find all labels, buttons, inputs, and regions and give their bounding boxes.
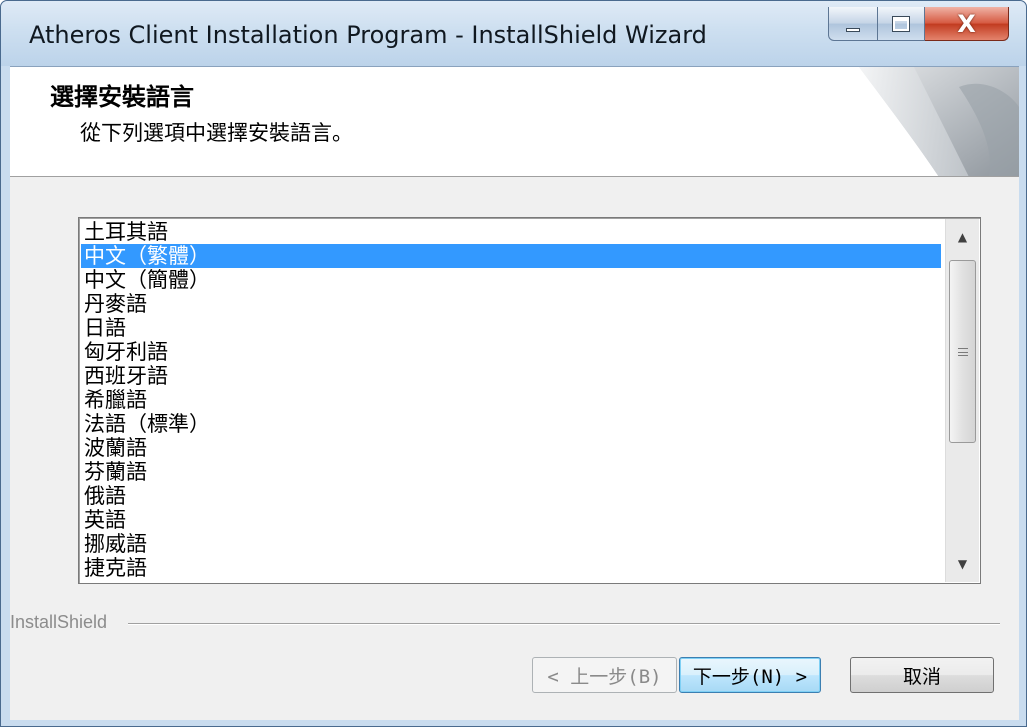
divider-line xyxy=(128,623,1000,625)
language-listbox[interactable]: 土耳其語 中文（繁體） 中文（簡體） 丹麥語 日語 匈牙利語 西班牙語 希臘語 … xyxy=(78,217,981,584)
header-banner: 選擇安裝語言 從下列選項中選擇安裝語言。 xyxy=(10,67,1019,177)
language-item[interactable]: 挪威語 xyxy=(81,532,941,556)
language-item-selected[interactable]: 中文（繁體） xyxy=(81,244,941,268)
installshield-divider: InstallShield xyxy=(10,612,1000,634)
language-item[interactable]: 英語 xyxy=(81,508,941,532)
window-title: Atheros Client Installation Program - In… xyxy=(29,21,707,49)
grip-icon xyxy=(957,347,968,356)
language-item[interactable]: 丹麥語 xyxy=(81,292,941,316)
minimize-button[interactable] xyxy=(828,7,878,41)
language-item[interactable]: 土耳其語 xyxy=(81,220,941,244)
language-item[interactable]: 西班牙語 xyxy=(81,364,941,388)
language-item[interactable]: 匈牙利語 xyxy=(81,340,941,364)
list-scrollbar[interactable]: ▲ ▼ xyxy=(945,219,979,582)
language-item[interactable]: 中文（簡體） xyxy=(81,268,941,292)
scroll-down-button[interactable]: ▼ xyxy=(946,546,979,582)
close-icon: X xyxy=(957,9,976,38)
minimize-icon xyxy=(846,27,860,32)
next-button[interactable]: 下一步(N) > xyxy=(679,657,821,693)
language-item[interactable]: 捷克語 xyxy=(81,556,941,580)
arrow-down-icon: ▼ xyxy=(957,557,968,571)
arrow-up-icon: ▲ xyxy=(957,230,968,244)
scroll-thumb[interactable] xyxy=(949,260,976,443)
scroll-up-button[interactable]: ▲ xyxy=(946,219,979,255)
language-item[interactable]: 日語 xyxy=(81,316,941,340)
title-bar[interactable]: Atheros Client Installation Program - In… xyxy=(1,1,1026,66)
language-item[interactable]: 波蘭語 xyxy=(81,436,941,460)
language-list: 土耳其語 中文（繁體） 中文（簡體） 丹麥語 日語 匈牙利語 西班牙語 希臘語 … xyxy=(81,220,941,580)
wizard-client-area: 選擇安裝語言 從下列選項中選擇安裝語言。 土耳其語 中文（繁體） 中文（簡體） … xyxy=(10,66,1019,720)
language-item[interactable]: 希臘語 xyxy=(81,388,941,412)
cancel-button[interactable]: 取消 xyxy=(850,657,994,693)
language-item[interactable]: 芬蘭語 xyxy=(81,460,941,484)
installshield-brand: InstallShield xyxy=(10,612,116,633)
language-item[interactable]: 俄語 xyxy=(81,484,941,508)
back-button[interactable]: < 上一步(B) xyxy=(532,657,677,693)
page-title: 選擇安裝語言 xyxy=(50,83,194,111)
page-subtitle: 從下列選項中選擇安裝語言。 xyxy=(80,121,353,145)
maximize-icon xyxy=(892,15,910,32)
maximize-button[interactable] xyxy=(878,7,925,41)
language-item[interactable]: 法語（標準） xyxy=(81,412,941,436)
close-button[interactable]: X xyxy=(925,7,1009,41)
wizard-window: Atheros Client Installation Program - In… xyxy=(0,0,1027,727)
page-curl-graphic xyxy=(859,67,1019,176)
